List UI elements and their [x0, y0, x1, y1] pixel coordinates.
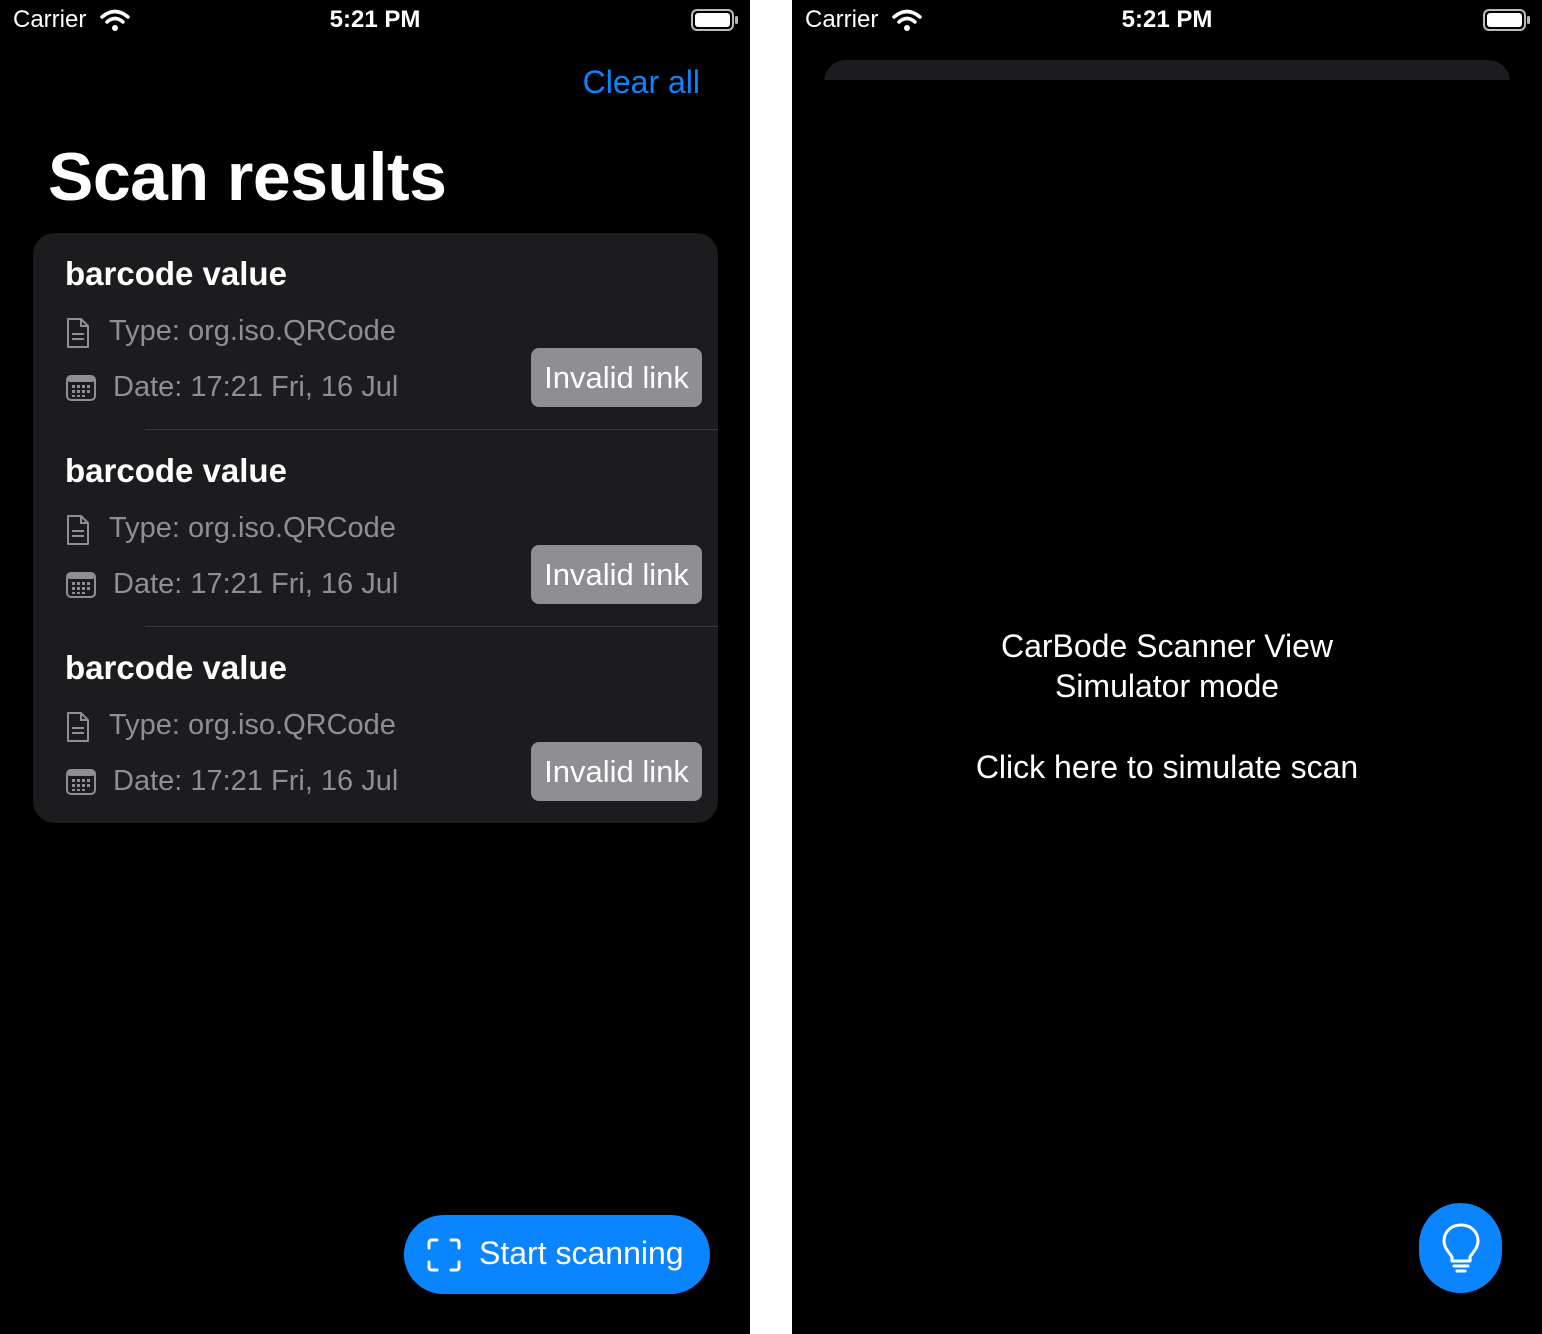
scanner-simulator-screen: Carrier 5:21 PM CarBode Scanner View Sim… [792, 0, 1542, 1334]
clear-all-button[interactable]: Clear all [560, 64, 700, 101]
scan-frame-icon [427, 1238, 461, 1272]
result-value: barcode value [65, 255, 287, 292]
scanner-view-title: CarBode Scanner View [1000, 628, 1334, 664]
status-time: 5:21 PM [1121, 6, 1213, 33]
result-type-text: Type: org.iso.QRCode [109, 315, 396, 347]
results-list: barcode value Type: org.iso.QRCode Date:… [33, 233, 718, 823]
result-row[interactable]: barcode value Type: org.iso.QRCode Date:… [33, 627, 718, 823]
simulator-mode-label: Simulator mode [1054, 668, 1280, 704]
result-date-text: Date: 17:21 Fri, 16 Jul [113, 371, 399, 403]
result-date-text: Date: 17:21 Fri, 16 Jul [113, 765, 399, 797]
simulate-scan-link[interactable]: Click here to simulate scan [792, 749, 1542, 786]
document-icon [67, 318, 89, 348]
invalid-link-badge[interactable]: Invalid link [531, 348, 702, 407]
result-row[interactable]: barcode value Type: org.iso.QRCode Date:… [33, 233, 718, 430]
document-icon [67, 515, 89, 545]
calendar-icon [66, 572, 96, 598]
invalid-link-badge[interactable]: Invalid link [531, 545, 702, 604]
result-value: barcode value [65, 452, 287, 489]
start-scanning-label: Start scanning [479, 1235, 684, 1271]
result-type-text: Type: org.iso.QRCode [109, 512, 396, 544]
lightbulb-icon [1442, 1223, 1480, 1273]
scan-results-screen: Carrier 5:21 PM Clear all Scan results b… [0, 0, 750, 1334]
start-scanning-button[interactable]: Start scanning [404, 1215, 710, 1294]
status-time: 5:21 PM [329, 6, 421, 33]
status-bar: Carrier 5:21 PM [0, 0, 750, 42]
result-value: barcode value [65, 649, 287, 686]
result-type-text: Type: org.iso.QRCode [109, 709, 396, 741]
battery-icon [691, 9, 738, 31]
calendar-icon [66, 769, 96, 795]
document-icon [67, 712, 89, 742]
calendar-icon [66, 375, 96, 401]
scanner-view[interactable]: CarBode Scanner View Simulator mode Clic… [792, 80, 1542, 1334]
page-title: Scan results [48, 139, 447, 215]
result-date-text: Date: 17:21 Fri, 16 Jul [113, 568, 399, 600]
battery-icon [1483, 9, 1530, 31]
status-bar: Carrier 5:21 PM [792, 0, 1542, 42]
invalid-link-badge[interactable]: Invalid link [531, 742, 702, 801]
flashlight-button[interactable] [1419, 1203, 1502, 1293]
result-row[interactable]: barcode value Type: org.iso.QRCode Date:… [33, 430, 718, 627]
